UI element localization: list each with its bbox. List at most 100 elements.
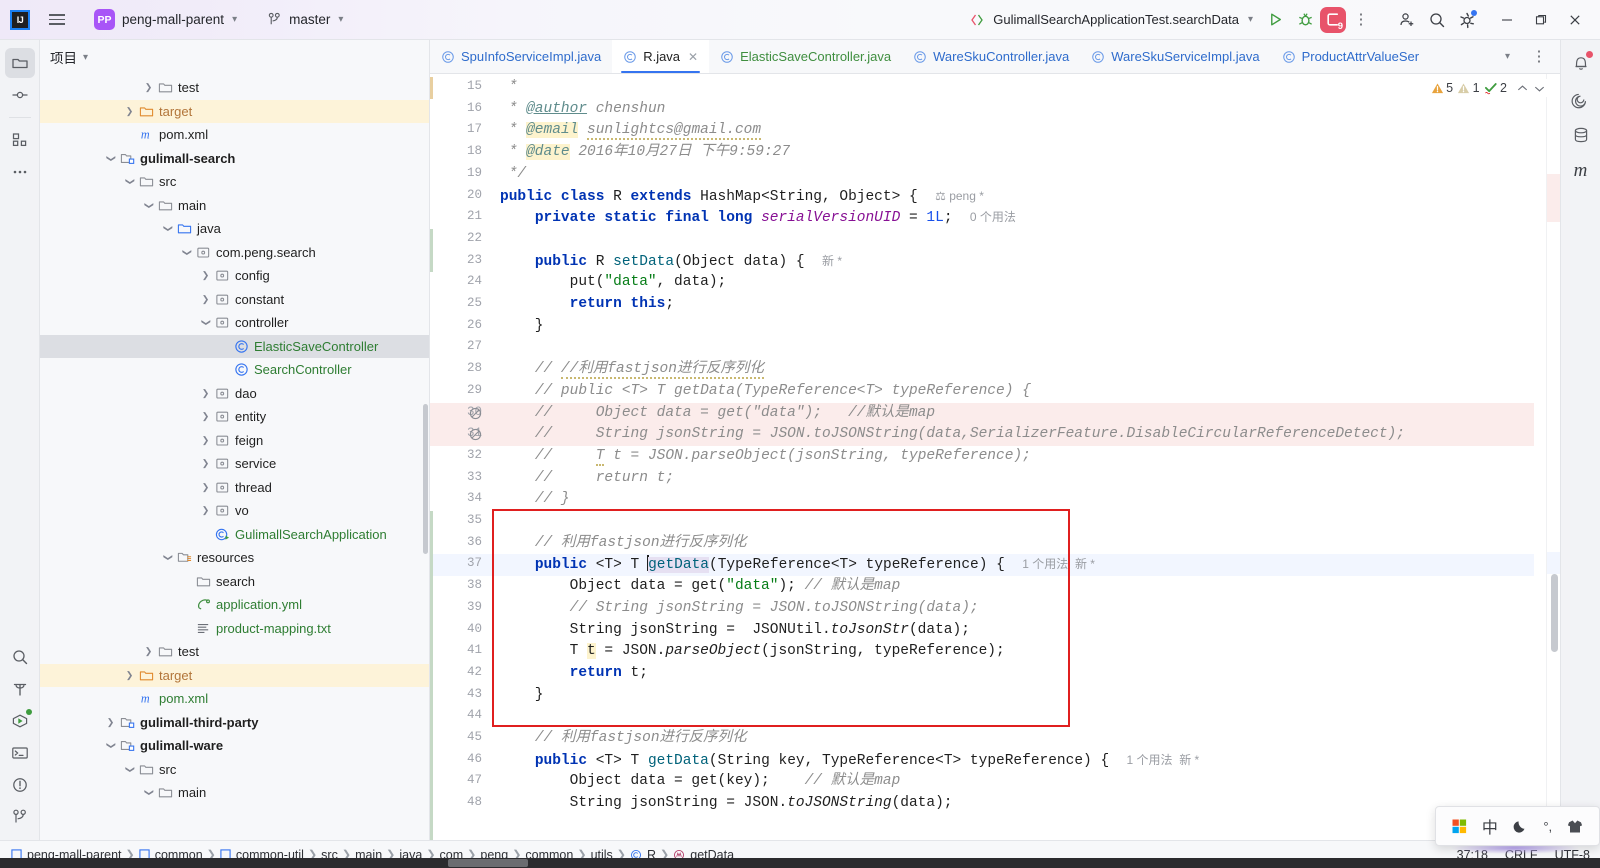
vcs-change-marker[interactable] (430, 511, 433, 840)
code-folding-strip[interactable] (1534, 74, 1546, 840)
chevron-right-icon[interactable]: ❯ (122, 670, 137, 681)
next-problem-button[interactable] (1533, 82, 1546, 95)
chevron-down-icon[interactable]: ❯ (198, 317, 213, 328)
tree-node-pom-xml[interactable]: m pom.xml (40, 123, 429, 147)
tree-node-target[interactable]: ❯ target (40, 99, 429, 123)
sidebar-item-project[interactable] (4, 48, 35, 78)
tree-node-src[interactable]: ❯ src (40, 170, 429, 194)
chevron-down-icon[interactable]: ❯ (160, 223, 175, 234)
no-entry-gutter-icon[interactable] (468, 406, 483, 421)
sidebar-item-ai-assistant[interactable] (1566, 84, 1596, 114)
tree-node-searchcontroller[interactable]: SearchController (40, 358, 429, 382)
chevron-right-icon[interactable]: ❯ (198, 388, 213, 399)
debug-session-badge[interactable]: 9 (1320, 6, 1346, 33)
chevron-right-icon[interactable]: ❯ (141, 646, 156, 657)
chevron-down-icon[interactable]: ▾ (83, 52, 88, 63)
vcs-branch-widget[interactable]: master ▾ (261, 9, 349, 30)
tree-node-test[interactable]: ❯ test (40, 76, 429, 100)
sidebar-item-notifications[interactable] (1566, 48, 1596, 78)
chevron-down-icon[interactable]: ❯ (122, 176, 137, 187)
chevron-down-icon[interactable]: ❯ (122, 764, 137, 775)
previous-problem-button[interactable] (1516, 82, 1529, 95)
tree-node-com-peng-search[interactable]: ❯ com.peng.search (40, 241, 429, 265)
tree-node-controller[interactable]: ❯ controller (40, 311, 429, 335)
tree-node-target[interactable]: ❯ target (40, 663, 429, 687)
sidebar-item-run[interactable] (5, 706, 35, 736)
sidebar-item-structure[interactable] (5, 125, 35, 155)
settings-button[interactable] (1452, 5, 1482, 35)
editor-tab-r[interactable]: R.java ✕ (612, 40, 710, 73)
tree-node-entity[interactable]: ❯ entity (40, 405, 429, 429)
chevron-down-icon[interactable]: ❯ (141, 787, 156, 798)
tree-node-gulimall-third-party[interactable]: ❯ gulimall-third-party (40, 711, 429, 735)
punctuation-icon[interactable]: °, (1543, 819, 1552, 834)
show-hidden-tabs-button[interactable]: ▾ (1492, 42, 1522, 72)
sidebar-item-find[interactable] (5, 642, 35, 672)
tree-node-product-mapping-txt[interactable]: product-mapping.txt (40, 617, 429, 641)
tree-node-thread[interactable]: ❯ thread (40, 476, 429, 500)
tree-node-dao[interactable]: ❯ dao (40, 382, 429, 406)
chevron-down-icon[interactable]: ❯ (160, 552, 175, 563)
chevron-right-icon[interactable]: ❯ (198, 458, 213, 469)
tree-node-gulimall-ware[interactable]: ❯ gulimall-ware (40, 734, 429, 758)
project-tree[interactable]: ❯ test ❯ target m pom.xml ❯ gulimall-search ❯ sr… (40, 74, 429, 840)
typo-count[interactable]: 2 (1484, 81, 1507, 95)
vcs-change-marker[interactable] (430, 77, 433, 99)
code-text-area[interactable]: * * @author chenshun * @email sunlightcs… (492, 74, 1534, 840)
editor-vertical-scrollbar-thumb[interactable] (1551, 574, 1558, 652)
tree-node-test[interactable]: ❯ test (40, 640, 429, 664)
editor-tab-elasticsavecontroller[interactable]: ElasticSaveController.java (709, 40, 902, 73)
more-actions-button[interactable]: ⋮ (1346, 5, 1376, 35)
tree-node-pom-xml[interactable]: m pom.xml (40, 687, 429, 711)
chevron-right-icon[interactable]: ❯ (198, 482, 213, 493)
tree-node-elasticsavecontroller[interactable]: ElasticSaveController (40, 334, 429, 358)
maximize-window-button[interactable] (1524, 5, 1558, 35)
tree-node-main[interactable]: ❯ main (40, 781, 429, 805)
tree-node-main[interactable]: ❯ main (40, 194, 429, 218)
minimize-window-button[interactable] (1490, 5, 1524, 35)
chevron-right-icon[interactable]: ❯ (103, 717, 118, 728)
account-button[interactable] (1392, 5, 1422, 35)
tree-node-search[interactable]: search (40, 570, 429, 594)
moon-icon[interactable] (1513, 819, 1528, 834)
inspection-widget[interactable]: 5 1 2 (1426, 79, 1550, 97)
chevron-right-icon[interactable]: ❯ (122, 106, 137, 117)
shirt-icon[interactable] (1567, 819, 1583, 834)
chevron-right-icon[interactable]: ❯ (198, 505, 213, 516)
chevron-right-icon[interactable]: ❯ (198, 411, 213, 422)
tab-options-button[interactable]: ⋮ (1524, 42, 1554, 72)
vcs-change-marker[interactable] (430, 228, 433, 273)
project-widget[interactable]: PP peng-mall-parent ▾ (88, 6, 243, 33)
debug-button[interactable] (1290, 5, 1320, 35)
warning-count[interactable]: 5 (1431, 81, 1453, 95)
tree-node-src[interactable]: ❯ src (40, 758, 429, 782)
sidebar-item-maven[interactable]: m (1566, 156, 1596, 186)
sidebar-item-problems[interactable] (5, 770, 35, 800)
sidebar-item-commit[interactable] (5, 80, 35, 110)
tree-node-feign[interactable]: ❯ feign (40, 429, 429, 453)
tree-node-resources[interactable]: ❯ resources (40, 546, 429, 570)
sidebar-item-git[interactable] (5, 802, 35, 832)
editor-tab-spuinfoserviceimpl[interactable]: SpuInfoServiceImpl.java (430, 40, 612, 73)
tree-node-service[interactable]: ❯ service (40, 452, 429, 476)
chevron-right-icon[interactable]: ❯ (198, 294, 213, 305)
sidebar-item-terminal[interactable] (5, 738, 35, 768)
chevron-right-icon[interactable]: ❯ (198, 270, 213, 281)
close-window-button[interactable] (1558, 5, 1592, 35)
editor-tab-wareskuserviceimpl[interactable]: WareSkuServiceImpl.java (1080, 40, 1270, 73)
tree-node-config[interactable]: ❯ config (40, 264, 429, 288)
run-configuration-selector[interactable]: GulimallSearchApplicationTest.searchData… (962, 9, 1260, 31)
sidebar-item-more[interactable] (5, 157, 35, 187)
chinese-mode-icon[interactable]: 中 (1482, 814, 1498, 838)
tree-scrollbar[interactable] (423, 404, 428, 554)
no-entry-gutter-icon[interactable] (468, 427, 483, 442)
tree-node-java[interactable]: ❯ java (40, 217, 429, 241)
windows-logo-icon[interactable] (1452, 819, 1467, 834)
tree-node-gulimallsearchapplication[interactable]: GulimallSearchApplication (40, 523, 429, 547)
tree-node-constant[interactable]: ❯ constant (40, 288, 429, 312)
chevron-down-icon[interactable]: ❯ (141, 200, 156, 211)
chevron-down-icon[interactable]: ❯ (179, 247, 194, 258)
editor-gutter[interactable]: 15 16 17 18 19 20 21 22 23 24 25 26 27 28 29 30 31 32 33… (430, 74, 492, 840)
chevron-down-icon[interactable]: ❯ (103, 153, 118, 164)
sidebar-item-database[interactable] (1566, 120, 1596, 150)
